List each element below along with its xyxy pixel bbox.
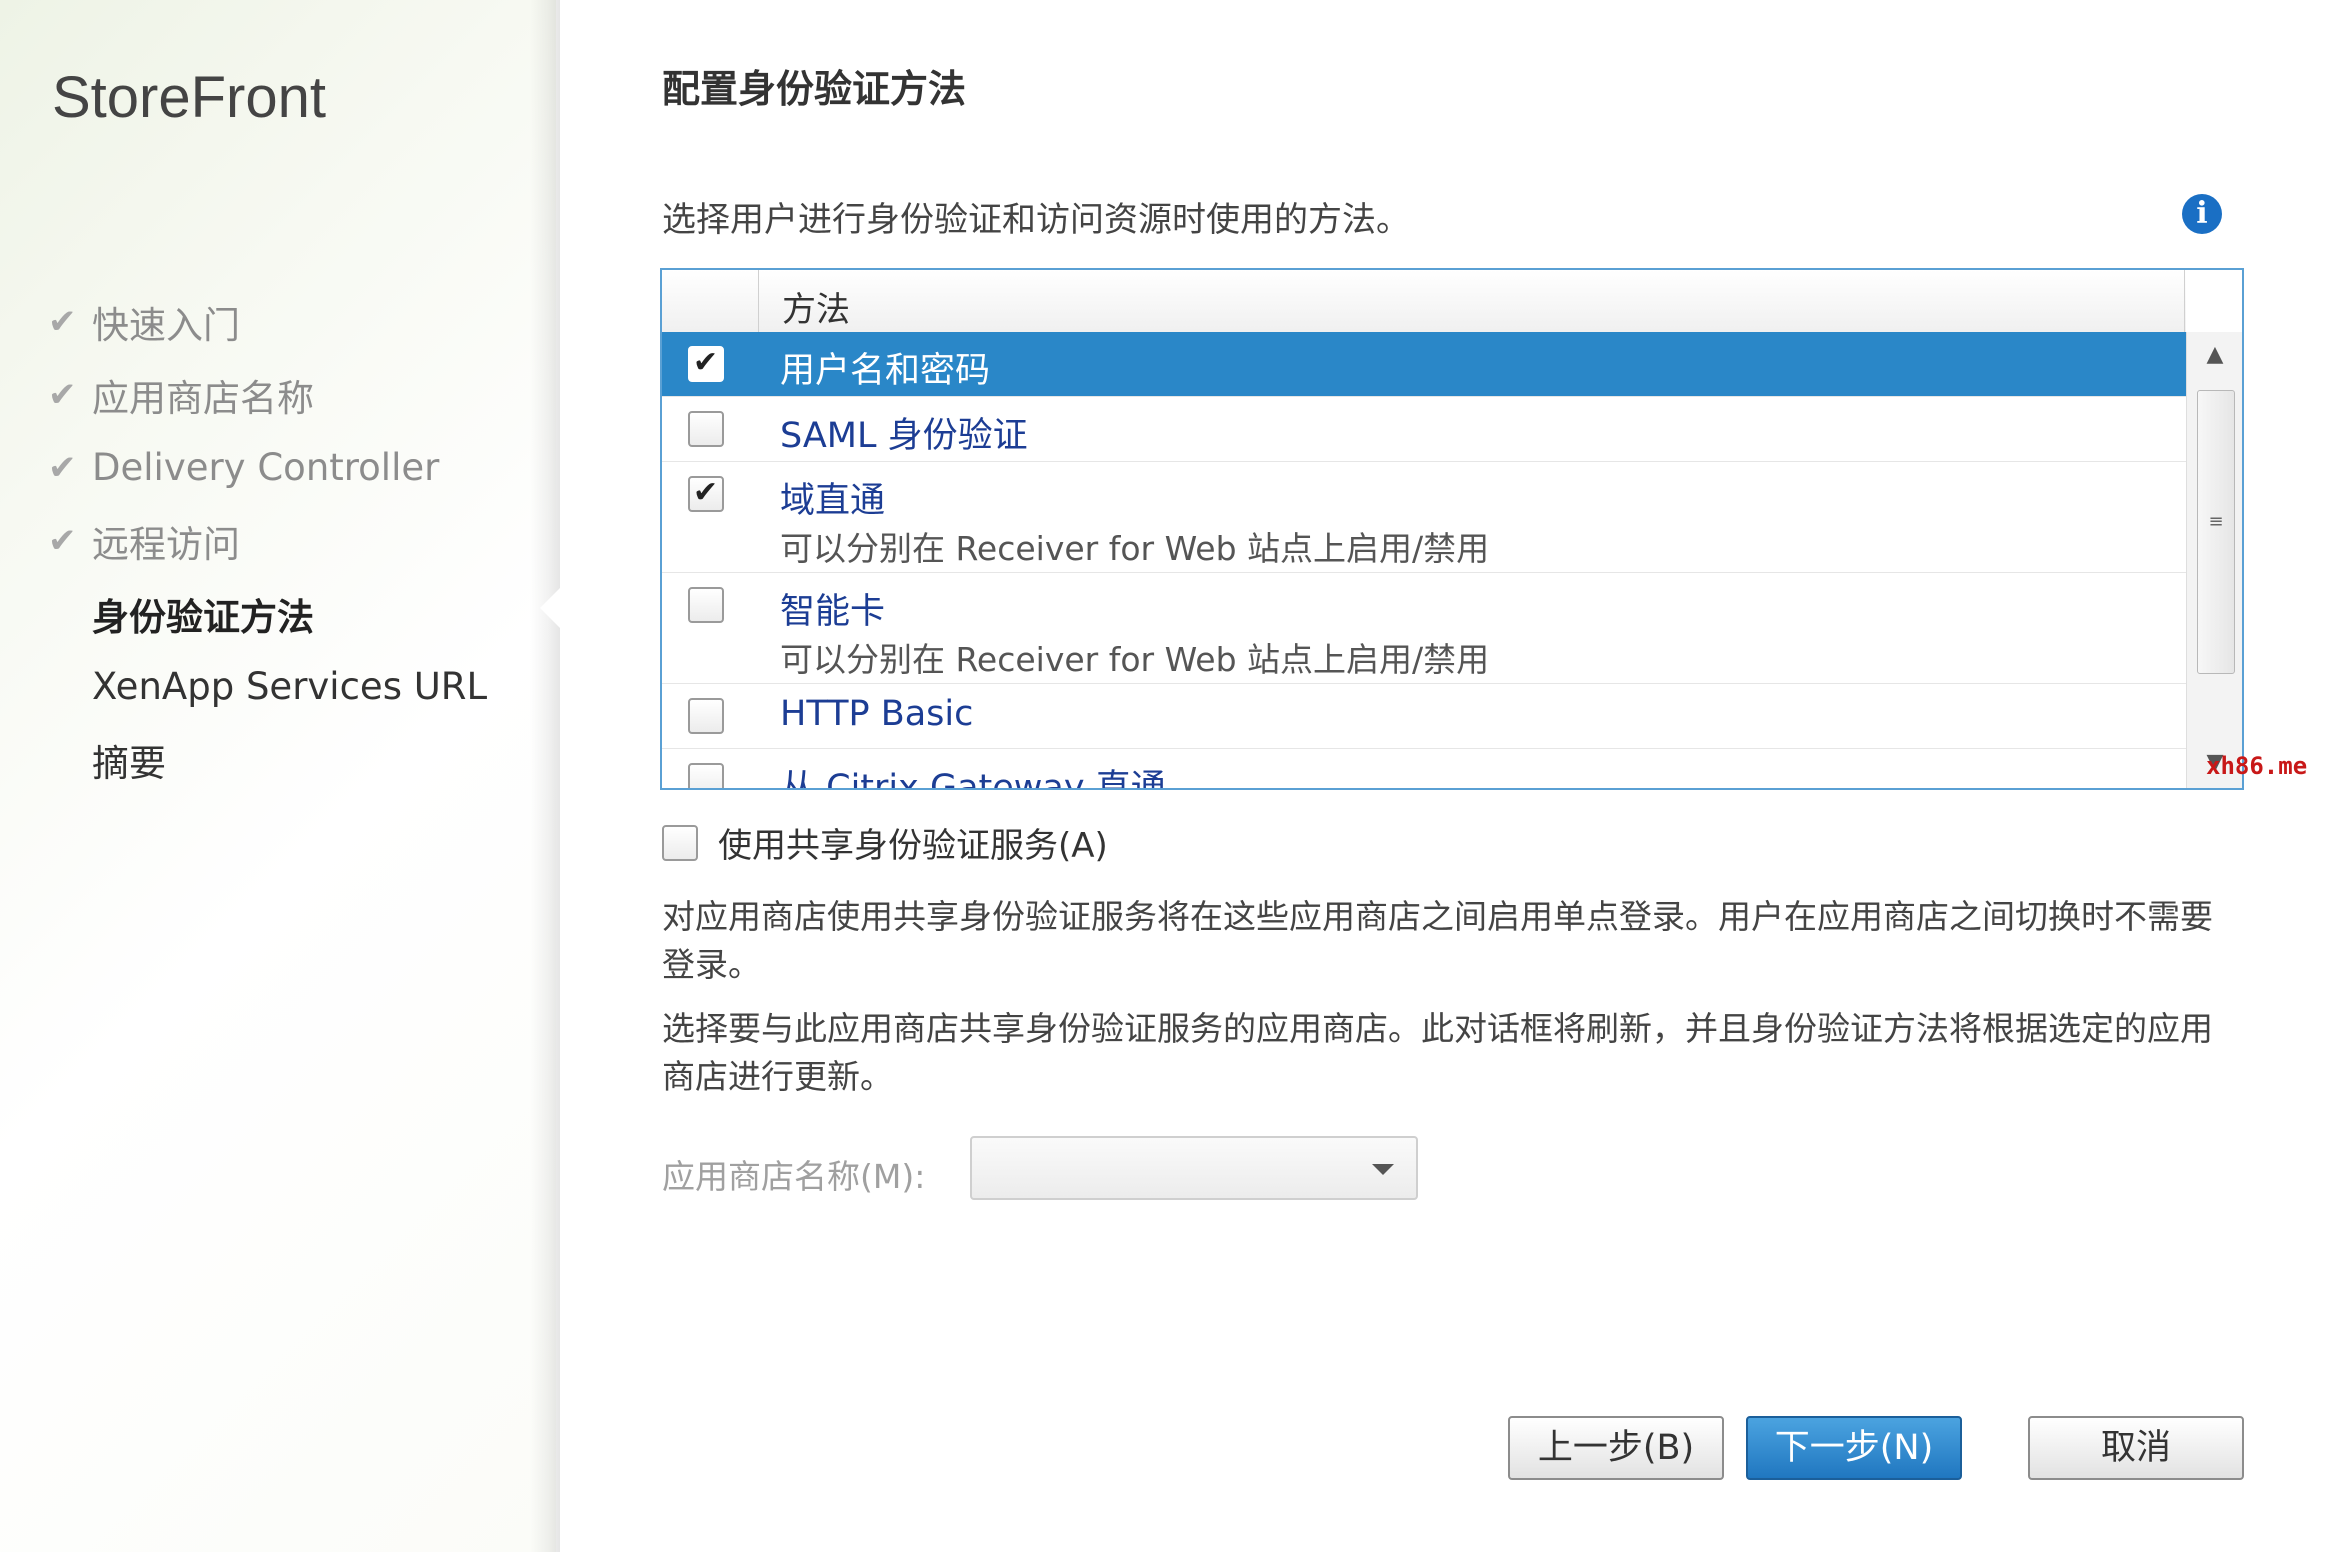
step-summary: 摘要 xyxy=(48,723,487,796)
chevron-down-icon xyxy=(1372,1164,1394,1175)
checkmark-icon: ✔ xyxy=(48,374,77,415)
scrollbar-thumb[interactable]: ≡ xyxy=(2197,390,2235,674)
current-step-pointer xyxy=(540,588,560,628)
column-header-method[interactable]: 方法 xyxy=(782,282,850,331)
page-title: 配置身份验证方法 xyxy=(662,67,967,111)
method-checkbox[interactable] xyxy=(688,475,724,512)
method-checkbox[interactable] xyxy=(688,345,724,382)
checkmark-icon: ✔ xyxy=(48,520,77,561)
next-button[interactable]: 下一步(N) xyxy=(1746,1416,1962,1480)
step-remote-access: ✔ 远程访问 xyxy=(48,504,487,577)
store-name-label: 应用商店名称(M): xyxy=(662,1157,926,1196)
method-name: SAML 身份验证 xyxy=(780,416,1028,456)
method-row-domain-passthrough[interactable]: 域直通 可以分别在 Receiver for Web 站点上启用/禁用 xyxy=(662,462,2186,573)
method-checkbox[interactable] xyxy=(688,411,724,447)
sidebar-shadow xyxy=(530,0,560,1552)
step-label: 身份验证方法 xyxy=(92,595,314,639)
back-button[interactable]: 上一步(B) xyxy=(1508,1416,1724,1480)
store-selection-explanation: 选择要与此应用商店共享身份验证服务的应用商店。此对话框将刷新，并且身份验证方法将… xyxy=(662,1009,2213,1096)
method-name: 用户名和密码 xyxy=(780,351,991,391)
method-name: 智能卡 xyxy=(780,592,886,632)
checkmark-icon: ✔ xyxy=(48,301,77,342)
method-row-username-password[interactable]: 用户名和密码 xyxy=(662,332,2186,397)
shared-auth-option[interactable]: 使用共享身份验证服务(A) xyxy=(662,818,1108,867)
scroll-up-arrow-icon[interactable]: ▲ xyxy=(2187,342,2242,367)
checkmark-icon: ✔ xyxy=(48,447,77,488)
step-store-name: ✔ 应用商店名称 xyxy=(48,358,487,431)
method-checkbox[interactable] xyxy=(688,587,724,623)
method-description: 可以分别在 Receiver for Web 站点上启用/禁用 xyxy=(780,640,1490,679)
grip-icon: ≡ xyxy=(2208,511,2224,532)
step-quick-start: ✔ 快速入门 xyxy=(48,285,487,358)
step-delivery-controller: ✔ Delivery Controller xyxy=(48,431,487,504)
instruction-text: 选择用户进行身份验证和访问资源时使用的方法。 xyxy=(662,200,1410,240)
watermark: xh86.me xyxy=(2206,752,2308,780)
method-checkbox[interactable] xyxy=(688,698,724,734)
method-description: 可以分别在 Receiver for Web 站点上启用/禁用 xyxy=(780,529,1490,568)
method-name: 域直通 xyxy=(780,481,886,521)
cancel-button[interactable]: 取消 xyxy=(2028,1416,2244,1480)
method-row-http-basic[interactable]: HTTP Basic xyxy=(662,684,2186,749)
method-row-saml[interactable]: SAML 身份验证 xyxy=(662,397,2186,462)
step-label: XenApp Services URL xyxy=(92,665,488,708)
step-label: 远程访问 xyxy=(92,522,240,566)
store-name-dropdown[interactable] xyxy=(970,1136,1418,1200)
shared-auth-label[interactable]: 使用共享身份验证服务(A) xyxy=(718,818,1108,867)
shared-auth-checkbox[interactable] xyxy=(662,824,698,861)
info-icon[interactable]: i xyxy=(2182,194,2222,234)
step-label: Delivery Controller xyxy=(92,446,440,489)
shared-auth-explanation: 对应用商店使用共享身份验证服务将在这些应用商店之间启用单点登录。用户在应用商店之… xyxy=(662,897,2213,984)
step-authentication-methods: 身份验证方法 xyxy=(48,577,487,650)
method-row-gateway-passthrough[interactable]: 从 Citrix Gateway 直通 xyxy=(662,749,2186,788)
grid-header: 方法 xyxy=(662,270,2186,333)
method-name: HTTP Basic xyxy=(780,694,974,734)
grid-rows: 用户名和密码 SAML 身份验证 域直通 可以分别在 Receiver for … xyxy=(662,332,2186,788)
method-row-smart-card[interactable]: 智能卡 可以分别在 Receiver for Web 站点上启用/禁用 xyxy=(662,573,2186,684)
step-label: 应用商店名称 xyxy=(92,376,314,420)
method-name: 从 Citrix Gateway 直通 xyxy=(780,768,1166,788)
product-title: StoreFront xyxy=(52,65,326,130)
step-xenapp-services-url: XenApp Services URL xyxy=(48,650,487,723)
authentication-methods-grid: 方法 用户名和密码 SAML 身份验证 域直通 可以分别在 Receiver f… xyxy=(660,268,2244,790)
step-label: 快速入门 xyxy=(92,303,240,347)
vertical-scrollbar[interactable]: ▲ ≡ ▼ xyxy=(2186,332,2242,788)
wizard-steps: ✔ 快速入门 ✔ 应用商店名称 ✔ Delivery Controller ✔ … xyxy=(48,285,487,796)
method-checkbox[interactable] xyxy=(688,763,724,788)
sidebar: StoreFront ✔ 快速入门 ✔ 应用商店名称 ✔ Delivery Co… xyxy=(0,0,556,1552)
step-label: 摘要 xyxy=(92,741,166,785)
main-content: 配置身份验证方法 选择用户进行身份验证和访问资源时使用的方法。 i 方法 用户名… xyxy=(660,0,2300,1552)
